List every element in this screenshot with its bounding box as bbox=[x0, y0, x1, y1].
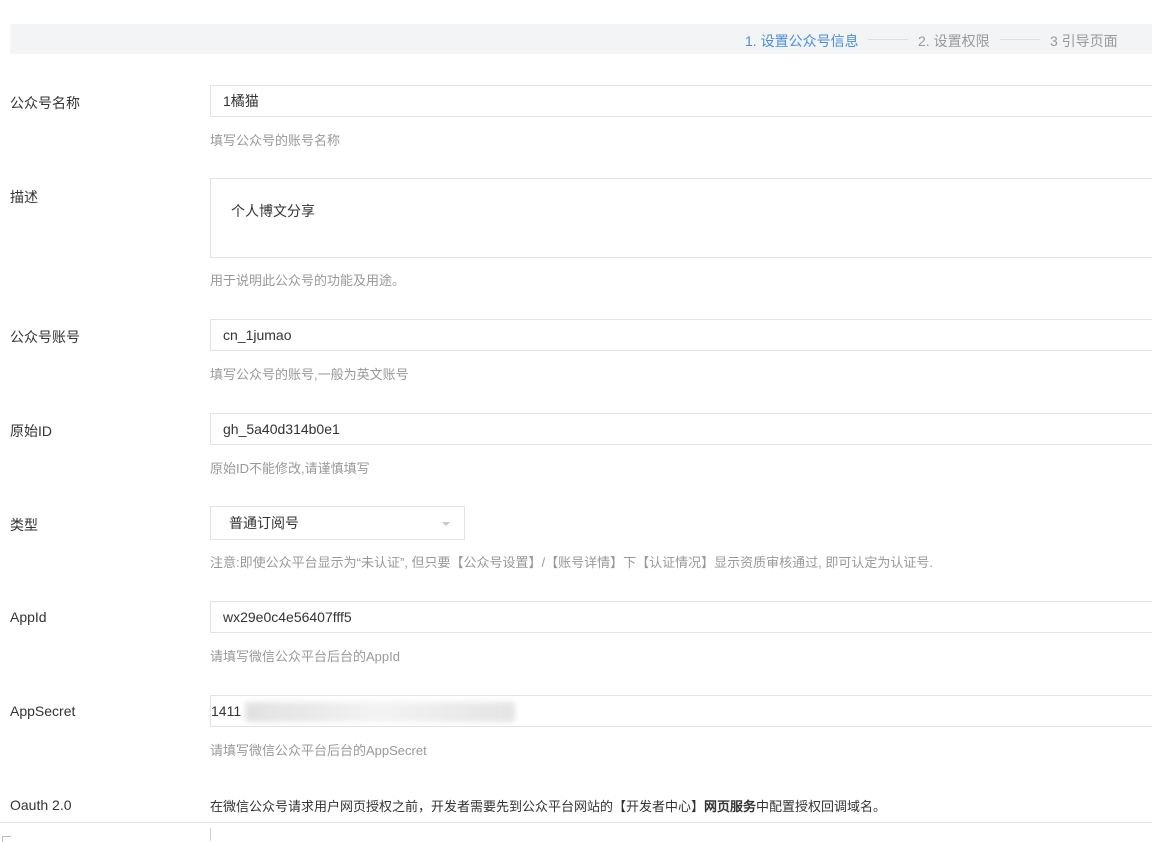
type-label: 类型 bbox=[10, 517, 38, 533]
chevron-down-icon bbox=[442, 522, 450, 526]
name-label: 公众号名称 bbox=[10, 95, 80, 111]
redacted-secret bbox=[245, 702, 516, 723]
appid-hint: 请填写微信公众平台后台的AppId bbox=[210, 649, 400, 664]
step-connector bbox=[1000, 39, 1040, 40]
name-input[interactable]: 1橘猫 bbox=[210, 85, 1152, 117]
step-1[interactable]: 1. 设置公众号信息 bbox=[745, 31, 859, 51]
original-id-hint: 原始ID不能修改,请谨慎填写 bbox=[210, 461, 370, 476]
description-label: 描述 bbox=[10, 189, 38, 205]
original-id-label: 原始ID bbox=[10, 423, 52, 439]
step-3[interactable]: 3 引导页面 bbox=[1050, 31, 1118, 51]
oauth-label: Oauth 2.0 bbox=[10, 797, 72, 813]
account-label: 公众号账号 bbox=[10, 329, 80, 345]
step-2[interactable]: 2. 设置权限 bbox=[918, 31, 990, 51]
oauth-text-before: 在微信公众号请求用户网页授权之前，开发者需要先到公众平台网站的【开发者中心】 bbox=[210, 799, 705, 814]
oauth-description: 在微信公众号请求用户网页授权之前，开发者需要先到公众平台网站的【开发者中心】网页… bbox=[210, 796, 886, 815]
appsecret-value-prefix: 1411 bbox=[211, 703, 242, 719]
step-bar: 1. 设置公众号信息 2. 设置权限 3 引导页面 bbox=[10, 24, 1152, 54]
checkbox-edge bbox=[2, 836, 11, 842]
account-input[interactable]: cn_1jumao bbox=[210, 319, 1152, 351]
description-textarea[interactable]: 个人博文分享 bbox=[210, 178, 1152, 258]
type-hint: 注意:即使公众平台显示为“未认证”, 但只要【公众号设置】/【账号详情】下【认证… bbox=[210, 555, 933, 570]
account-hint: 填写公众号的账号,一般为英文账号 bbox=[210, 367, 409, 382]
appsecret-hint: 请填写微信公众平台后台的AppSecret bbox=[210, 743, 427, 758]
appid-input[interactable]: wx29e0c4e56407fff5 bbox=[210, 601, 1152, 633]
type-select[interactable]: 普通订阅号 bbox=[210, 506, 465, 540]
oauth-text-bold: 网页服务 bbox=[704, 799, 757, 814]
name-hint: 填写公众号的账号名称 bbox=[210, 133, 341, 148]
description-value: 个人博文分享 bbox=[231, 203, 315, 219]
next-field-stub bbox=[210, 828, 211, 841]
appsecret-input[interactable]: 1411 bbox=[210, 695, 1152, 727]
original-id-input[interactable]: gh_5a40d314b0e1 bbox=[210, 413, 1152, 445]
appsecret-label: AppSecret bbox=[10, 703, 76, 719]
appid-label: AppId bbox=[10, 609, 47, 625]
description-hint: 用于说明此公众号的功能及用途。 bbox=[210, 273, 406, 288]
type-selected-value: 普通订阅号 bbox=[229, 515, 299, 531]
bottom-divider bbox=[0, 822, 1152, 823]
oauth-text-after: 中配置授权回调域名。 bbox=[756, 799, 887, 814]
step-connector bbox=[868, 39, 908, 40]
